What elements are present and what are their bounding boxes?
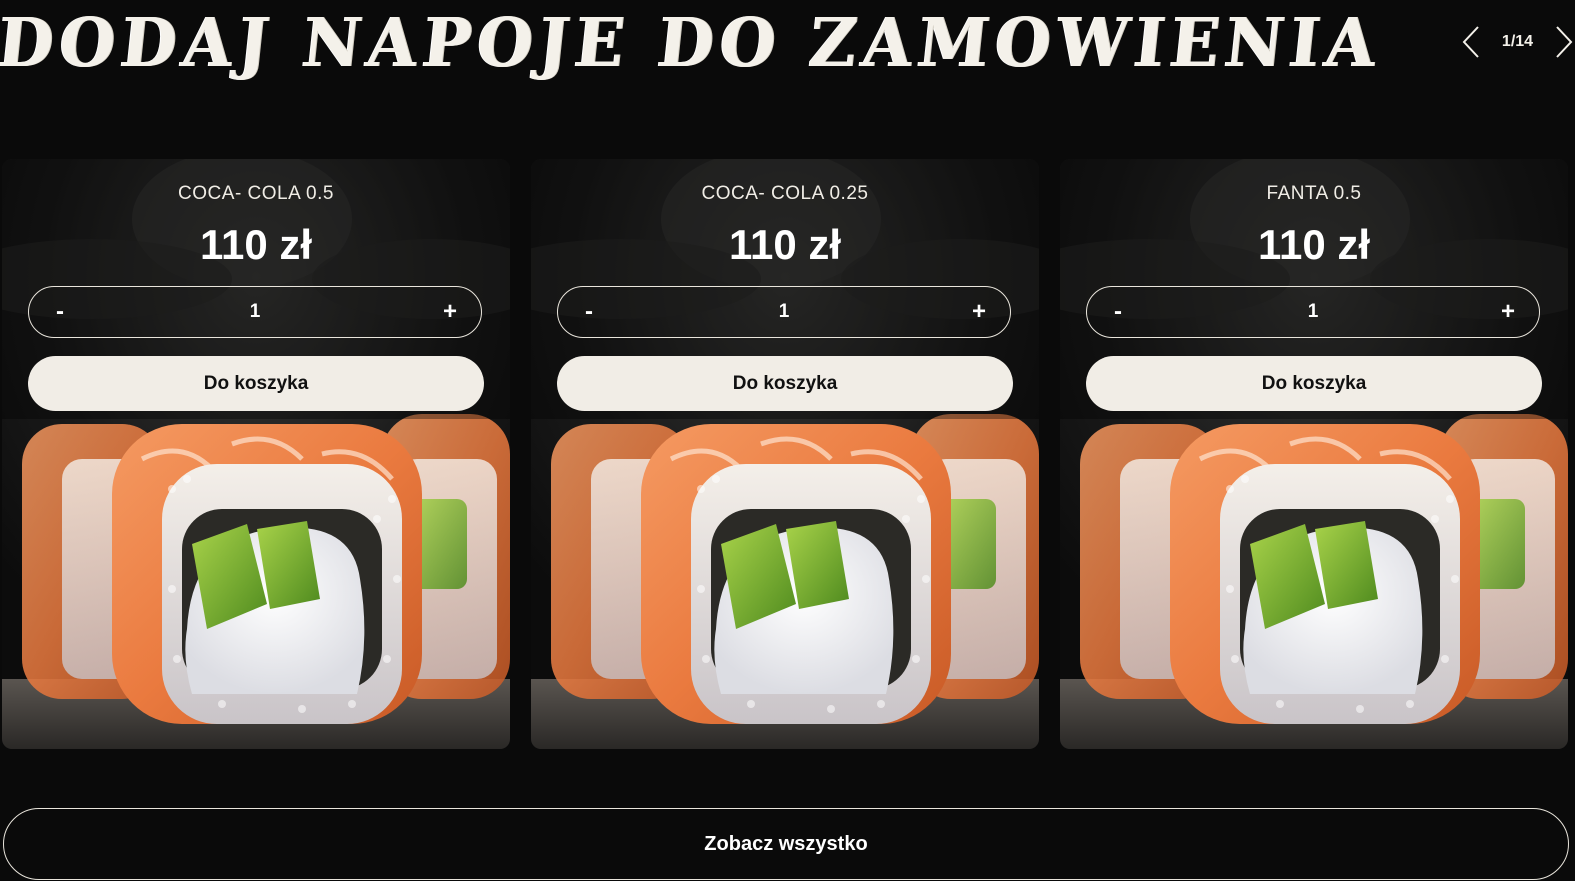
- see-all-button[interactable]: Zobacz wszystko: [3, 808, 1569, 880]
- product-name: FANTA 0.5: [1266, 183, 1362, 204]
- quantity-stepper: - 1 +: [557, 286, 1011, 338]
- product-price: 110 zł: [1257, 221, 1371, 268]
- add-to-cart-button[interactable]: Do koszyka: [28, 356, 484, 411]
- product-price: 110 zł: [199, 221, 313, 268]
- increment-button[interactable]: +: [1483, 287, 1533, 337]
- quantity-value[interactable]: 1: [29, 287, 481, 337]
- product-carousel: COCA- COLA 0.5 110 zł - 1 + Do koszyka C…: [2, 159, 1575, 749]
- chevron-right-icon[interactable]: [1553, 23, 1575, 61]
- page-title: DODAJ NAPOJE DO ZAMOWIENIA: [0, 4, 1386, 83]
- product-name: COCA- COLA 0.25: [701, 183, 869, 204]
- chevron-left-icon[interactable]: [1460, 23, 1482, 61]
- product-card: COCA- COLA 0.25 110 zł - 1 + Do koszyka: [531, 159, 1039, 749]
- pager-count: 1/14: [1501, 33, 1534, 50]
- quantity-value[interactable]: 1: [558, 287, 1010, 337]
- add-to-cart-button[interactable]: Do koszyka: [557, 356, 1013, 411]
- header: DODAJ NAPOJE DO ZAMOWIENIA 1/14: [0, 0, 1575, 90]
- pager: 1/14: [1460, 22, 1575, 62]
- quantity-value[interactable]: 1: [1087, 287, 1539, 337]
- page: DODAJ NAPOJE DO ZAMOWIENIA 1/14 COCA- CO…: [0, 0, 1575, 881]
- product-price: 110 zł: [728, 221, 842, 268]
- product-card: COCA- COLA 0.5 110 zł - 1 + Do koszyka: [2, 159, 510, 749]
- product-card: FANTA 0.5 110 zł - 1 + Do koszyka: [1060, 159, 1568, 749]
- product-name: COCA- COLA 0.5: [178, 183, 334, 204]
- add-to-cart-button[interactable]: Do koszyka: [1086, 356, 1542, 411]
- increment-button[interactable]: +: [954, 287, 1004, 337]
- quantity-stepper: - 1 +: [28, 286, 482, 338]
- quantity-stepper: - 1 +: [1086, 286, 1540, 338]
- increment-button[interactable]: +: [425, 287, 475, 337]
